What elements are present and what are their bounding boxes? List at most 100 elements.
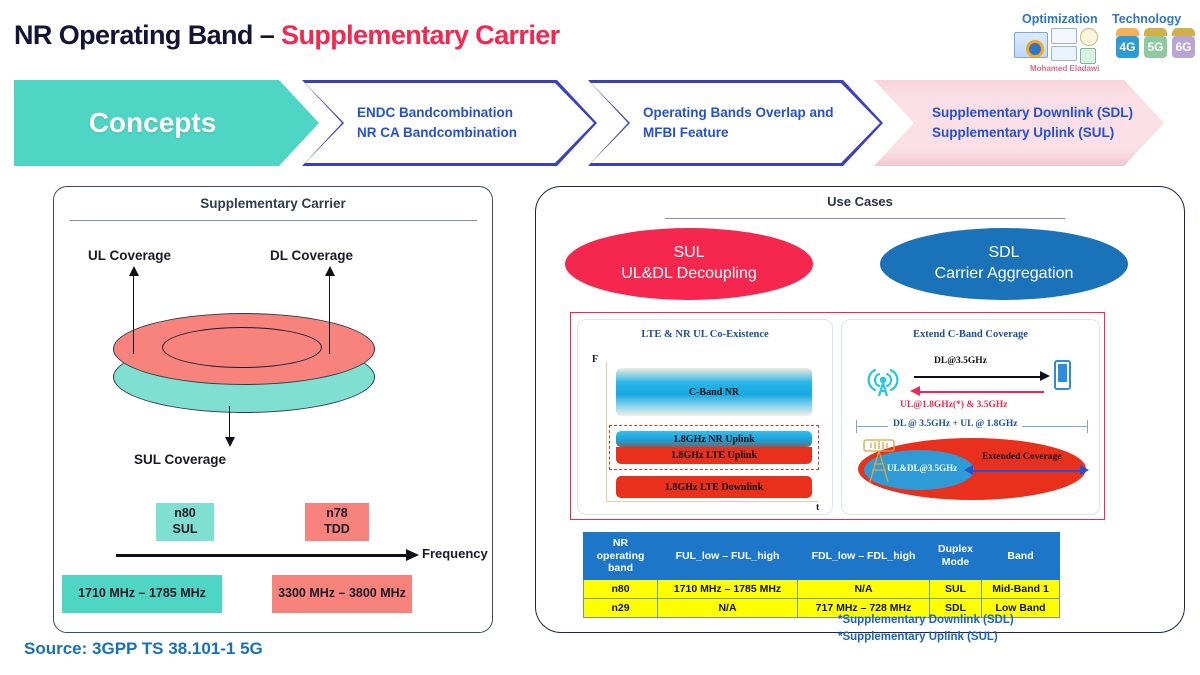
cap-5g-icon [1144, 28, 1167, 36]
cell-band-name: n29 [583, 597, 658, 618]
frequency-axis-arrow-icon [406, 549, 419, 561]
chevron-step-concepts[interactable]: Concepts [14, 80, 319, 166]
badge-4g: 4G [1116, 36, 1139, 58]
band-block-nr-uplink: 1.8GHz NR Uplink [616, 431, 812, 447]
use-case-sul-title: SUL [673, 244, 705, 262]
frequency-axis-vertical [606, 362, 608, 502]
table-header-duplex-line1: Duplex [937, 543, 973, 556]
frequency-axis-line [116, 554, 408, 557]
uplink-arrow-line [918, 391, 1044, 393]
brand-technology-label: Technology [1112, 12, 1182, 26]
band-chip-n78-mode: TDD [324, 522, 350, 536]
table-header-duplex-line2: Mode [941, 555, 970, 568]
band-chip-n80-mode: SUL [172, 522, 198, 536]
table-header-nr-band-line2: band [607, 562, 634, 575]
inner-coverage-label: UL&DL@3.5GHz [887, 463, 958, 473]
chevron-step-bands-overlap-label: Operating Bands Overlap and MFBI Feature [643, 103, 834, 144]
page-title-accent: Supplementary Carrier [281, 20, 560, 50]
uplink-label: UL@1.8GHz(*) & 3.5GHz [900, 400, 1008, 410]
ul-coverage-ellipse [162, 327, 322, 368]
sul-arrow-line [229, 406, 231, 440]
chevron-step-2-line1: ENDC Bandcombination [357, 104, 514, 120]
monitor-icon [1014, 32, 1048, 58]
table-header-duplex: Duplex Mode [929, 532, 982, 580]
chart-icon [1051, 28, 1077, 44]
band-chip-n78: n78 TDD [305, 503, 369, 541]
cell-ful-range: N/A [657, 597, 798, 618]
chevron-step-bandcombination-label: ENDC Bandcombination NR CA Bandcombinati… [357, 103, 517, 144]
sul-arrow-head-icon [225, 437, 235, 447]
cell-ful-range: 1710 MHz – 1785 MHz [657, 578, 798, 599]
band-chip-n80: n80 SUL [156, 503, 214, 541]
table-header-nr-band: NR operating band [583, 532, 658, 580]
process-chevron-bar: Concepts ENDC Bandcombination NR CA Band… [0, 80, 1200, 166]
footnotes: *Supplementary Downlink (SDL) *Supplemen… [838, 612, 1014, 645]
use-case-sul[interactable]: SUL UL&DL Decoupling [565, 228, 813, 300]
extend-cband-coverage-card: Extend C-Band Coverage DL@3.5GHz UL@1.8G… [841, 319, 1100, 515]
range-chip-high: 3300 MHz – 3800 MHz [272, 575, 412, 613]
source-citation: Source: 3GPP TS 38.101-1 5G [24, 639, 263, 658]
axis-label-t: t [816, 502, 820, 513]
wifi-signal-icon [1116, 28, 1139, 36]
extended-coverage-label: Extended Coverage [982, 452, 1062, 462]
footnote-sdl: *Supplementary Downlink (SDL) [838, 614, 1014, 626]
footnote-sul: *Supplementary Uplink (SUL) [838, 630, 998, 643]
use-case-sul-subtitle: UL&DL Decoupling [621, 265, 757, 282]
extend-cband-coverage-title: Extend C-Band Coverage [913, 329, 1028, 340]
band-chip-n78-name: n78 [326, 506, 348, 521]
dl-arrow-head-icon [325, 266, 335, 276]
chevron-step-2-line2: NR CA Bandcombination [357, 125, 517, 140]
table-header-fdl: FDL_low – FDL_high [797, 532, 930, 580]
lte-nr-coexistence-card: LTE & NR UL Co-Existence F t C-Band NR 1… [577, 319, 833, 515]
brand-optimization-label: Optimization [1022, 12, 1098, 26]
band-block-lte-downlink: 1.8GHz LTE Downlink [616, 476, 812, 498]
chevron-step-3-line1: Operating Bands Overlap and [643, 104, 834, 120]
brand-logo-block: Optimization Technology 4G 5G 6G Mohamed… [1004, 12, 1196, 74]
use-case-sdl-title: SDL [988, 244, 1020, 262]
ul-arrow-head-icon [129, 266, 139, 276]
cell-band-group: Mid-Band 1 [981, 578, 1060, 599]
axis-label-f: F [592, 354, 599, 365]
time-axis-horizontal [606, 501, 818, 503]
right-panel-title: Use Cases [827, 194, 893, 209]
downlink-arrow-head-icon [1040, 371, 1050, 381]
lightbulb-icon [1080, 28, 1098, 46]
badge-6g: 6G [1172, 36, 1195, 58]
uplink-arrow-head-icon [910, 386, 920, 396]
ul-arrow-line [133, 272, 135, 354]
page-title: NR Operating Band – Supplementary Carrie… [14, 20, 560, 51]
extended-coverage-arrow-right-icon [1080, 465, 1089, 475]
dashboard-icon [1051, 46, 1077, 61]
lte-nr-coexistence-title: LTE & NR UL Co-Existence [641, 329, 769, 340]
use-case-sdl[interactable]: SDL Carrier Aggregation [880, 228, 1128, 300]
band-block-cband-nr: C-Band NR [616, 368, 812, 416]
chevron-step-bands-overlap[interactable]: Operating Bands Overlap and MFBI Feature [588, 80, 883, 166]
left-panel-title: Supplementary Carrier [200, 196, 346, 211]
page-title-main: NR Operating Band – [14, 20, 282, 50]
table-header-band: Band [981, 532, 1060, 580]
author-name: Mohamed Eladawi [1030, 64, 1100, 73]
table-row: n80 1710 MHz – 1785 MHz N/A SUL Mid-Band… [583, 578, 1060, 599]
table-header-row: NR operating band FUL_low – FUL_high FDL… [583, 532, 1060, 580]
frequency-axis-label: Frequency [422, 546, 488, 561]
server-icon [1080, 48, 1096, 64]
chevron-step-bandcombination[interactable]: ENDC Bandcombination NR CA Bandcombinati… [302, 80, 597, 166]
cell-fdl-range: N/A [797, 578, 930, 599]
downlink-arrow-line [914, 376, 1042, 378]
ul-coverage-label: UL Coverage [88, 248, 172, 263]
extended-coverage-arrow-left-icon [964, 465, 973, 475]
chevron-step-3-line2: MFBI Feature [643, 125, 729, 140]
span-measure-label: DL @ 3.5GHz + UL @ 1.8GHz [888, 419, 1023, 429]
left-panel-divider [69, 220, 477, 222]
smartphone-icon [1054, 360, 1071, 390]
band-chip-n80-name: n80 [174, 506, 196, 521]
dl-arrow-line [329, 272, 331, 354]
cap-6g-icon [1172, 28, 1195, 36]
dl-coverage-label: DL Coverage [270, 248, 354, 263]
chevron-step-supplementary[interactable]: Supplementary Downlink (SDL) Supplementa… [874, 80, 1164, 166]
nr-band-table: NR operating band FUL_low – FUL_high FDL… [583, 532, 1060, 618]
sul-coverage-label: SUL Coverage [134, 452, 227, 467]
cell-tower-small-icon [863, 439, 895, 483]
span-tick-right [1087, 420, 1089, 433]
band-block-lte-uplink: 1.8GHz LTE Uplink [616, 447, 812, 464]
